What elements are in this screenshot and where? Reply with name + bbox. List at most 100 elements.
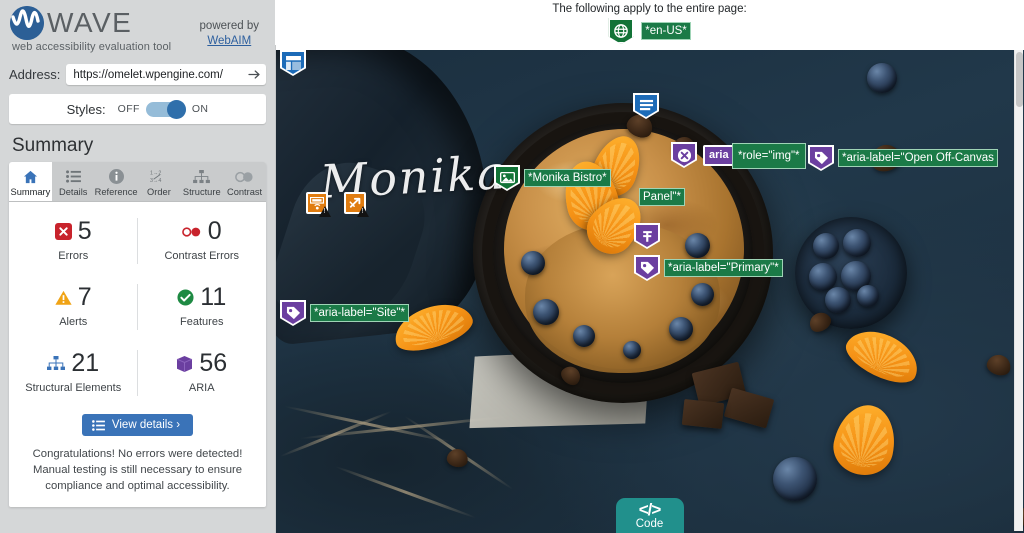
pane-divider <box>275 45 276 533</box>
stat-alerts-value: 7 <box>77 283 92 311</box>
stat-contrast-errors-value: 0 <box>207 217 222 245</box>
tab-structure[interactable]: Structure <box>180 162 224 201</box>
annotation-role-img[interactable]: *role="img"* <box>732 143 806 169</box>
view-details-label: View details › <box>111 419 181 431</box>
stat-aria[interactable]: 56 ARIA <box>138 338 267 404</box>
tab-bar: Summary Details Reference 1→2 3→4 Order … <box>9 162 266 202</box>
annotation-header-region[interactable] <box>280 50 306 76</box>
stat-aria-value: 56 <box>199 349 228 377</box>
stat-features-label: Features <box>180 316 224 328</box>
annotation-aria-label-primary[interactable]: *aria-label="Primary"* <box>634 255 783 281</box>
tab-reference[interactable]: Reference <box>94 162 138 201</box>
annotation-alert-redundant-link[interactable] <box>344 192 369 217</box>
details-button-row: View details › <box>9 412 266 445</box>
photo-blueberry <box>857 285 879 307</box>
view-details-button[interactable]: View details › <box>81 414 194 436</box>
stat-alerts-label: Alerts <box>59 316 88 328</box>
annotation-aria-label-site-label: *aria-label="Site"* <box>310 304 409 322</box>
tab-order[interactable]: 1→2 3→4 Order <box>137 162 181 201</box>
styles-toggle-row: Styles: OFF ON <box>9 94 266 124</box>
stat-errors-value: 5 <box>77 217 92 245</box>
home-icon <box>9 168 52 185</box>
stat-features[interactable]: 11 Features <box>138 272 267 338</box>
annotation-aria-label-site[interactable]: *aria-label="Site"* <box>280 300 409 326</box>
stat-features-value: 11 <box>200 283 227 311</box>
tab-contrast[interactable]: Contrast <box>223 162 266 201</box>
photo-blueberry <box>533 299 559 325</box>
address-value: https://omelet.wpengine.com/ <box>73 68 223 81</box>
styles-off-label: OFF <box>117 103 140 115</box>
aria-label-tag-icon[interactable] <box>280 300 306 326</box>
stat-errors[interactable]: 5 Errors <box>9 206 138 272</box>
photo-berry-bowl <box>795 217 907 329</box>
address-row: Address: https://omelet.wpengine.com/ <box>0 64 275 85</box>
annotation-panel-label[interactable]: Panel"* <box>639 188 685 206</box>
wave-sidebar: WAVE web accessibility evaluation tool p… <box>0 0 275 533</box>
photo-blueberry <box>825 287 851 313</box>
list-icon <box>52 168 95 185</box>
arrow-right-icon[interactable] <box>247 67 262 82</box>
header-region-icon[interactable] <box>280 50 306 76</box>
address-input[interactable]: https://omelet.wpengine.com/ <box>66 64 266 85</box>
stat-aria-label: ARIA <box>188 382 215 394</box>
contrast-icon <box>223 168 266 185</box>
photo-blueberry <box>867 63 897 93</box>
scrollbar-thumb[interactable] <box>1016 52 1023 107</box>
stat-structural-elements-label: Structural Elements <box>25 382 122 394</box>
sidebar-header: WAVE web accessibility evaluation tool p… <box>0 0 275 56</box>
wave-tool-window: WAVE web accessibility evaluation tool p… <box>0 0 1024 533</box>
tab-summary[interactable]: Summary <box>9 162 52 201</box>
styles-toggle[interactable] <box>145 99 186 119</box>
alert-link-icon[interactable] <box>306 192 331 217</box>
photo-blueberry <box>773 457 817 501</box>
aria-cube-icon <box>176 355 193 373</box>
summary-stats: 5 Errors 0 Contrast Errors 7 Alerts 11 F… <box>9 202 266 412</box>
stat-alerts[interactable]: 7 Alerts <box>9 272 138 338</box>
photo-blueberry <box>669 317 693 341</box>
annotation-panel-label-text: Panel"* <box>639 188 685 206</box>
order-icon: 1→2 3→4 <box>138 168 181 185</box>
annotation-nav-region[interactable] <box>633 93 659 119</box>
photo-blueberry <box>813 233 839 259</box>
language-globe-icon[interactable] <box>608 18 635 44</box>
photo-blueberry <box>573 325 595 347</box>
annotation-aria-label-primary-label: *aria-label="Primary"* <box>664 259 783 277</box>
image-alt-icon[interactable] <box>494 165 520 191</box>
check-circle-icon <box>177 289 194 306</box>
wave-logo-icon <box>10 6 44 40</box>
tab-details-label: Details <box>59 187 88 197</box>
photo-chocolate <box>681 398 725 430</box>
annotation-aria-hidden[interactable] <box>671 142 697 168</box>
annotation-alert-link[interactable] <box>306 192 331 217</box>
rendered-page-stage: Monika ! ! *Monika Bistro* aria *role="i… <box>275 45 1024 533</box>
webaim-link[interactable]: WebAIM <box>200 34 259 49</box>
aria-label-tag-icon[interactable] <box>808 145 834 171</box>
page-level-notice: The following apply to the entire page: … <box>275 0 1024 50</box>
alert-triangle-icon <box>55 290 72 306</box>
alert-marker-icon <box>357 206 369 217</box>
stat-contrast-errors[interactable]: 0 Contrast Errors <box>138 206 267 272</box>
svg-text:1→2: 1→2 <box>150 171 161 177</box>
code-icon: </> <box>638 500 662 519</box>
tab-details[interactable]: Details <box>51 162 95 201</box>
annotation-aria-label-offcanvas[interactable]: *aria-label="Open Off-Canvas <box>808 145 998 171</box>
error-x-icon <box>54 223 72 240</box>
photo-blueberry <box>843 229 871 257</box>
tab-structure-label: Structure <box>182 187 221 197</box>
toggle-knob <box>166 99 186 119</box>
preview-scrollbar[interactable] <box>1014 50 1023 531</box>
tab-summary-label: Summary <box>10 187 51 197</box>
annotation-image-alt[interactable]: *Monika Bistro* <box>494 165 611 191</box>
aria-label-tag-icon[interactable] <box>634 255 660 281</box>
tab-contrast-label: Contrast <box>226 187 263 197</box>
stat-structural-elements[interactable]: 21 Structural Elements <box>9 338 138 404</box>
wave-wordmark: WAVE <box>47 7 133 38</box>
aria-hidden-icon[interactable] <box>671 142 697 168</box>
nav-region-icon[interactable] <box>633 93 659 119</box>
aria-nav-icon[interactable] <box>634 223 660 249</box>
alert-redundant-link-icon[interactable] <box>344 192 369 217</box>
annotation-aria-nav[interactable] <box>634 223 660 249</box>
annotation-aria-chip[interactable]: aria <box>703 145 735 166</box>
code-panel-toggle[interactable]: </> Code <box>615 498 684 533</box>
contrast-circle-icon <box>181 226 202 238</box>
